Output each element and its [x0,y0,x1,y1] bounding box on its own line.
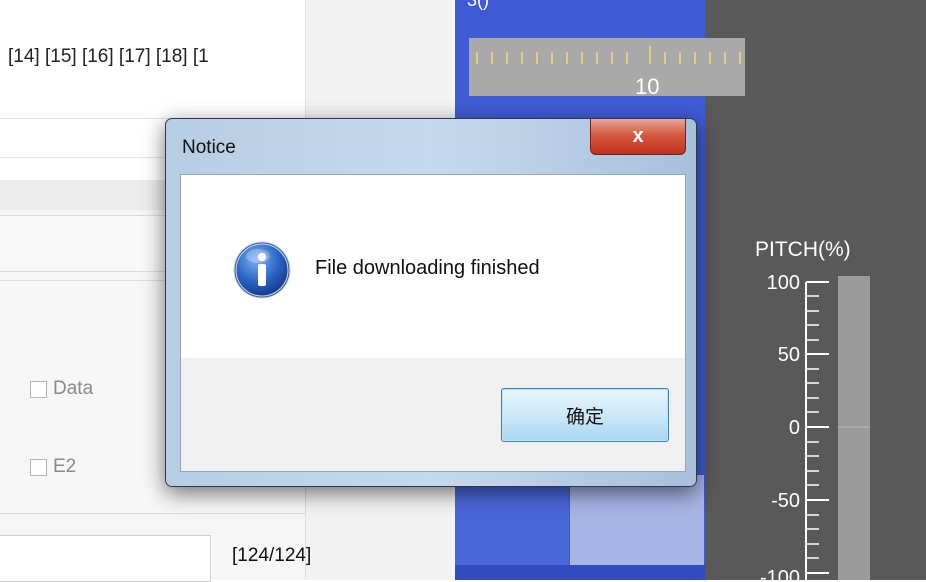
pitch-bar-track [838,276,870,580]
checkbox-box[interactable] [30,380,47,398]
pitch-label: -100 [760,567,800,580]
instrument-caption: 3() [467,0,489,10]
dialog-title: Notice [182,137,236,158]
ok-button-label: 确定 [565,406,604,428]
checkbox-box[interactable] [30,458,47,476]
blue-bar [455,475,569,565]
pitch-label: -50 [771,490,800,512]
dialog-body: File downloading finished 确定 [180,174,686,472]
checkbox-data-label: Data [53,378,94,399]
heading-ruler: 10 [469,38,745,99]
info-icon [233,241,291,299]
checkbox-e2-label: E2 [53,456,77,477]
dialog-message: File downloading finished [315,257,540,279]
notice-dialog: Notice x File downloading finished 确定 [165,118,697,487]
pitch-title: PITCH(%) [755,238,851,261]
checkbox-e2[interactable]: E2 [30,456,76,478]
close-icon: x [632,125,644,147]
pitch-label: 0 [789,417,800,439]
ruler-ticks [476,46,741,64]
bar-base [455,565,705,580]
ok-button[interactable]: 确定 [501,388,669,442]
text-input[interactable] [0,535,211,582]
pitch-label: 100 [767,272,800,294]
pitch-label: 50 [778,344,800,366]
ruler-label: 10 [635,74,660,99]
checkbox-data[interactable]: Data [30,378,93,400]
close-button[interactable]: x [590,119,686,155]
message-area: File downloading finished [181,175,685,358]
record-counter: [124/124] [232,545,312,566]
pitch-scale [805,281,829,580]
index-line: [14] [15] [16] [17] [18] [1 [8,46,209,67]
pitch-gauge: 100 50 0 -50 -100 [760,272,870,580]
